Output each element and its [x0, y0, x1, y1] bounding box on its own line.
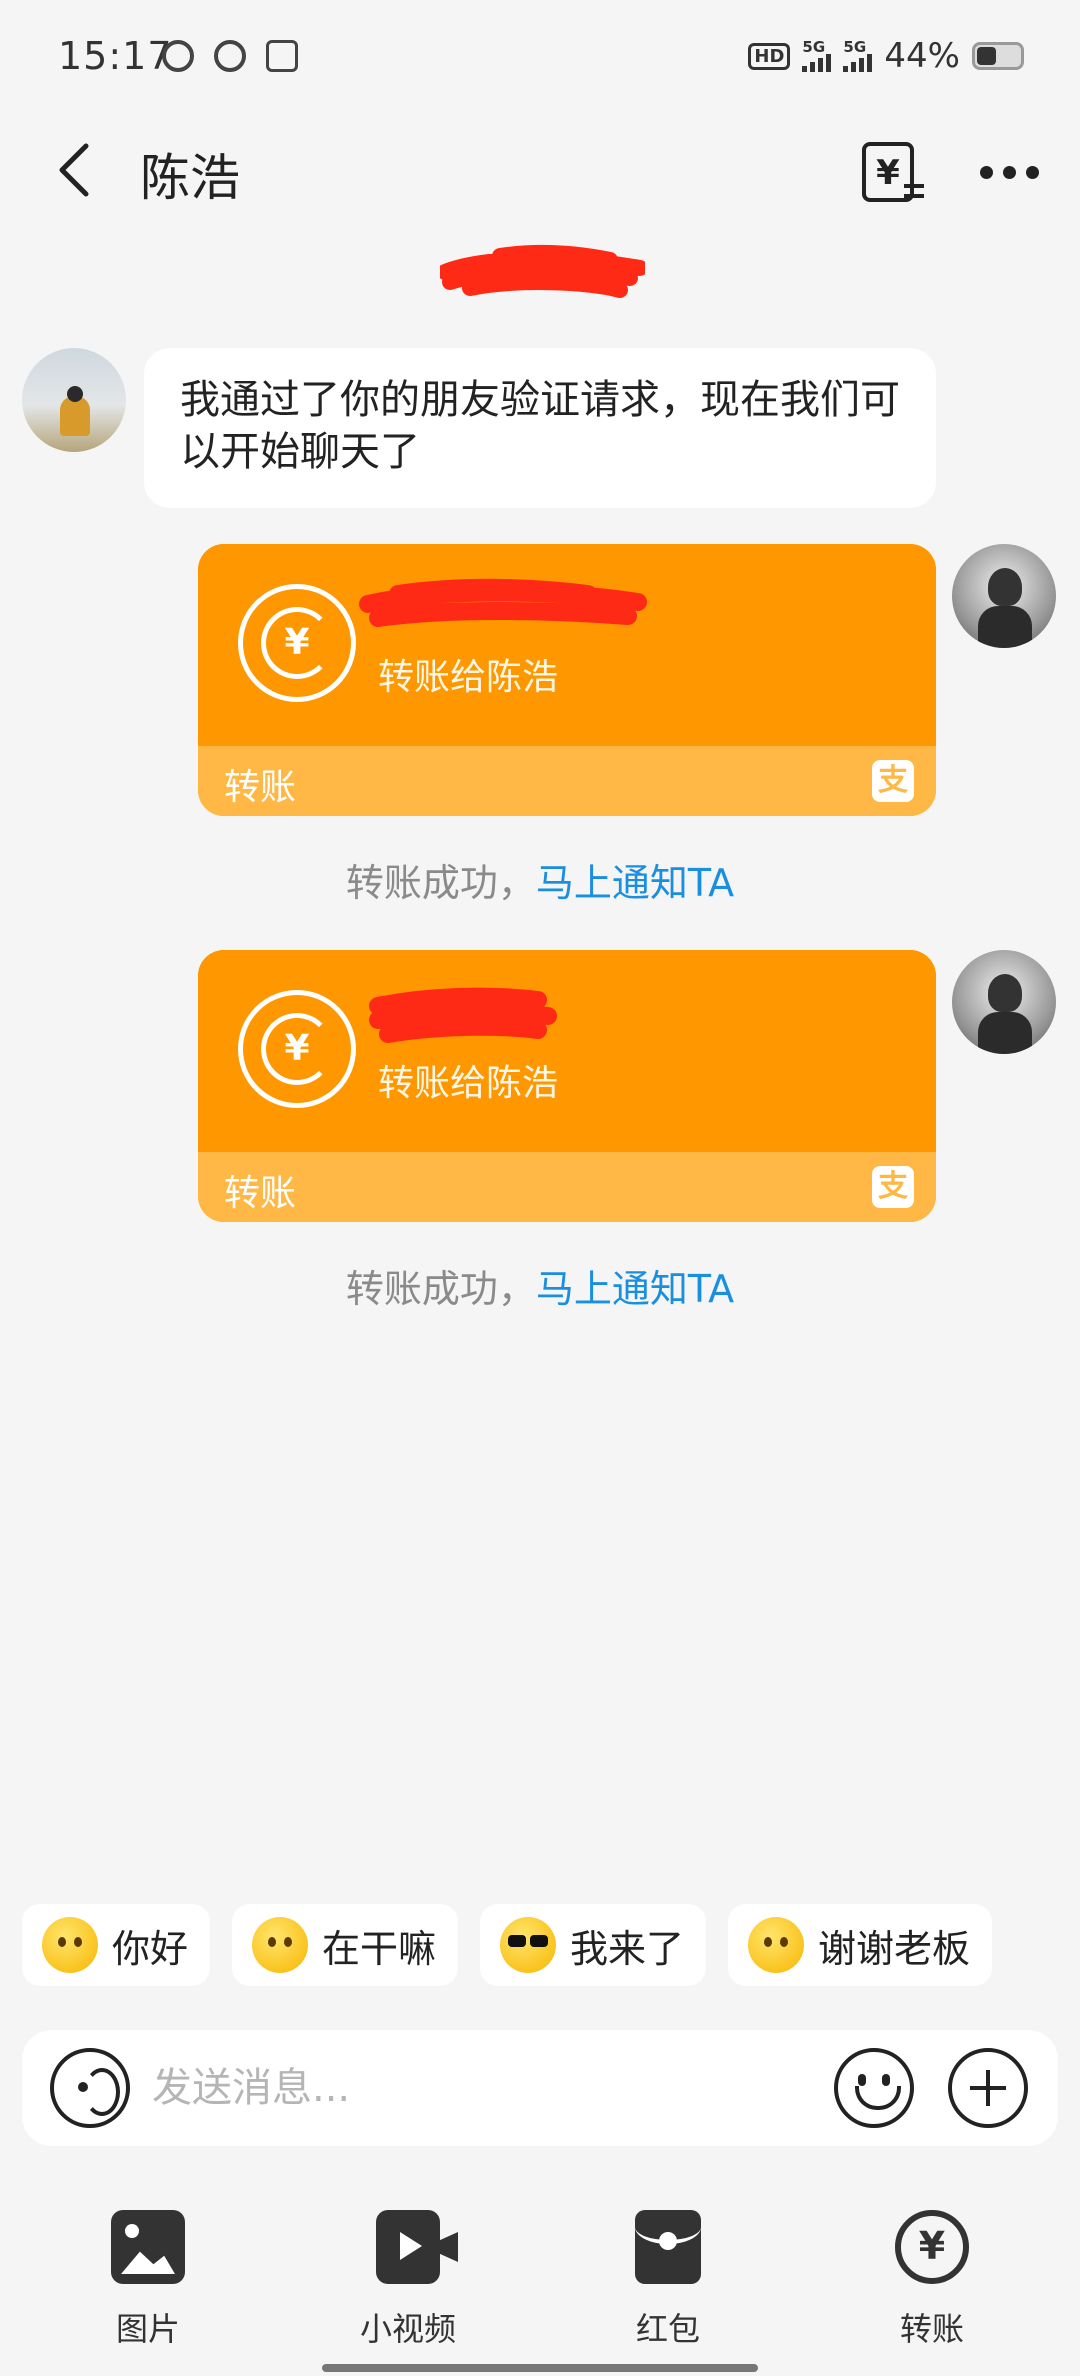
alipay-icon: 支: [872, 1166, 914, 1208]
vibrate-icon: [162, 40, 194, 72]
thanks-emoji-icon: [748, 1917, 805, 1973]
status-bar: 15:17 HD 5G 5G 44%: [0, 0, 1080, 110]
status-right: HD 5G 5G 44%: [748, 36, 1024, 76]
transfer-status: 转账成功，马上通知TA: [0, 1258, 1080, 1313]
message-bubble: 我通过了你的朋友验证请求，现在我们可以开始聊天了: [144, 348, 936, 508]
battery-icon: [972, 42, 1024, 70]
toolbar-item-picture[interactable]: 图片: [68, 2210, 228, 2350]
notify-link[interactable]: 马上通知TA: [536, 861, 734, 905]
redacted-amount: [359, 578, 647, 627]
quick-reply-label: 我来了: [570, 1926, 685, 1971]
transfer-recipient: 转账给陈浩: [378, 657, 559, 698]
user-avatar[interactable]: [952, 950, 1056, 1054]
notify-link[interactable]: 马上通知TA: [536, 1267, 734, 1311]
toolbar-item-video[interactable]: 小视频: [328, 2210, 488, 2350]
surprised-emoji-icon: [252, 1917, 309, 1973]
redacted-amount: [369, 987, 557, 1043]
contact-avatar[interactable]: [22, 348, 126, 452]
bottom-toolbar: 图片 小视频 红包 ¥ 转账: [0, 2200, 1080, 2350]
network-type: 5G: [802, 38, 826, 56]
emoji-icon[interactable]: [834, 2048, 914, 2128]
status-time: 15:17: [58, 34, 173, 78]
transfer-card[interactable]: ¥ 转账给陈浩 转账 支: [198, 544, 936, 816]
redaction-mark: [440, 245, 645, 298]
svg-text:¥: ¥: [876, 153, 900, 193]
quick-reply-label: 谢谢老板: [818, 1926, 971, 1971]
quick-reply-chip[interactable]: 在干嘛: [232, 1904, 459, 1986]
hd-icon: HD: [748, 42, 791, 70]
plus-icon[interactable]: [948, 2048, 1028, 2128]
quick-replies: 你好 在干嘛 我来了 谢谢老板: [22, 1904, 993, 1986]
toolbar-label: 红包: [635, 2310, 700, 2348]
transfer-yuan-icon: ¥: [238, 584, 356, 702]
quick-reply-chip[interactable]: 你好: [22, 1904, 211, 1986]
chat-header: 陈浩 ¥: [0, 110, 1080, 230]
quick-reply-label: 在干嘛: [322, 1926, 437, 1971]
transfer-recipient: 转账给陈浩: [378, 1063, 559, 1104]
toolbar-label: 图片: [115, 2310, 180, 2348]
yuan-exchange-icon[interactable]: ¥: [858, 138, 928, 208]
signal-icon: 5G: [802, 38, 832, 72]
battery-percent: 44%: [884, 36, 960, 76]
sunglasses-emoji-icon: [500, 1917, 557, 1973]
transfer-yuan-icon: ¥: [238, 990, 356, 1108]
toolbar-item-red-packet[interactable]: 红包: [588, 2210, 748, 2350]
transfer-icon: ¥: [895, 2210, 969, 2284]
home-indicator[interactable]: [322, 2364, 758, 2372]
quick-reply-chip[interactable]: 我来了: [480, 1904, 707, 1986]
transfer-glyph: ¥: [918, 2224, 946, 2268]
wink-emoji-icon: [42, 1917, 98, 1973]
video-icon: [376, 2210, 440, 2284]
message-input[interactable]: [152, 2058, 692, 2118]
signal-icon-2: 5G: [843, 38, 873, 72]
toolbar-label: 小视频: [359, 2310, 456, 2348]
toolbar-label: 转账: [899, 2310, 964, 2348]
transfer-status-text: 转账成功，: [345, 1267, 536, 1311]
nfc-icon: [266, 40, 298, 72]
transfer-status: 转账成功，马上通知TA: [0, 852, 1080, 907]
quick-reply-label: 你好: [112, 1926, 189, 1971]
transfer-card[interactable]: ¥ 转账给陈浩 转账 支: [198, 950, 936, 1222]
user-avatar[interactable]: [952, 544, 1056, 648]
quick-reply-chip[interactable]: 谢谢老板: [728, 1904, 993, 1986]
picture-icon: [111, 2210, 185, 2284]
voice-input-icon[interactable]: [50, 2048, 130, 2128]
transfer-label: 转账: [224, 1173, 297, 1214]
network-type-2: 5G: [843, 38, 867, 56]
alipay-icon: 支: [872, 760, 914, 802]
transfer-label: 转账: [224, 767, 297, 808]
chat-title: 陈浩: [140, 149, 240, 207]
toolbar-item-transfer[interactable]: ¥ 转账: [852, 2210, 1012, 2350]
sync-icon: [214, 40, 246, 72]
transfer-status-text: 转账成功，: [345, 861, 536, 905]
status-icons: [162, 40, 298, 72]
more-options-icon[interactable]: [980, 166, 1039, 179]
message-input-bar: [22, 2030, 1058, 2146]
red-packet-icon: [635, 2210, 701, 2284]
back-arrow-icon[interactable]: [48, 140, 108, 200]
